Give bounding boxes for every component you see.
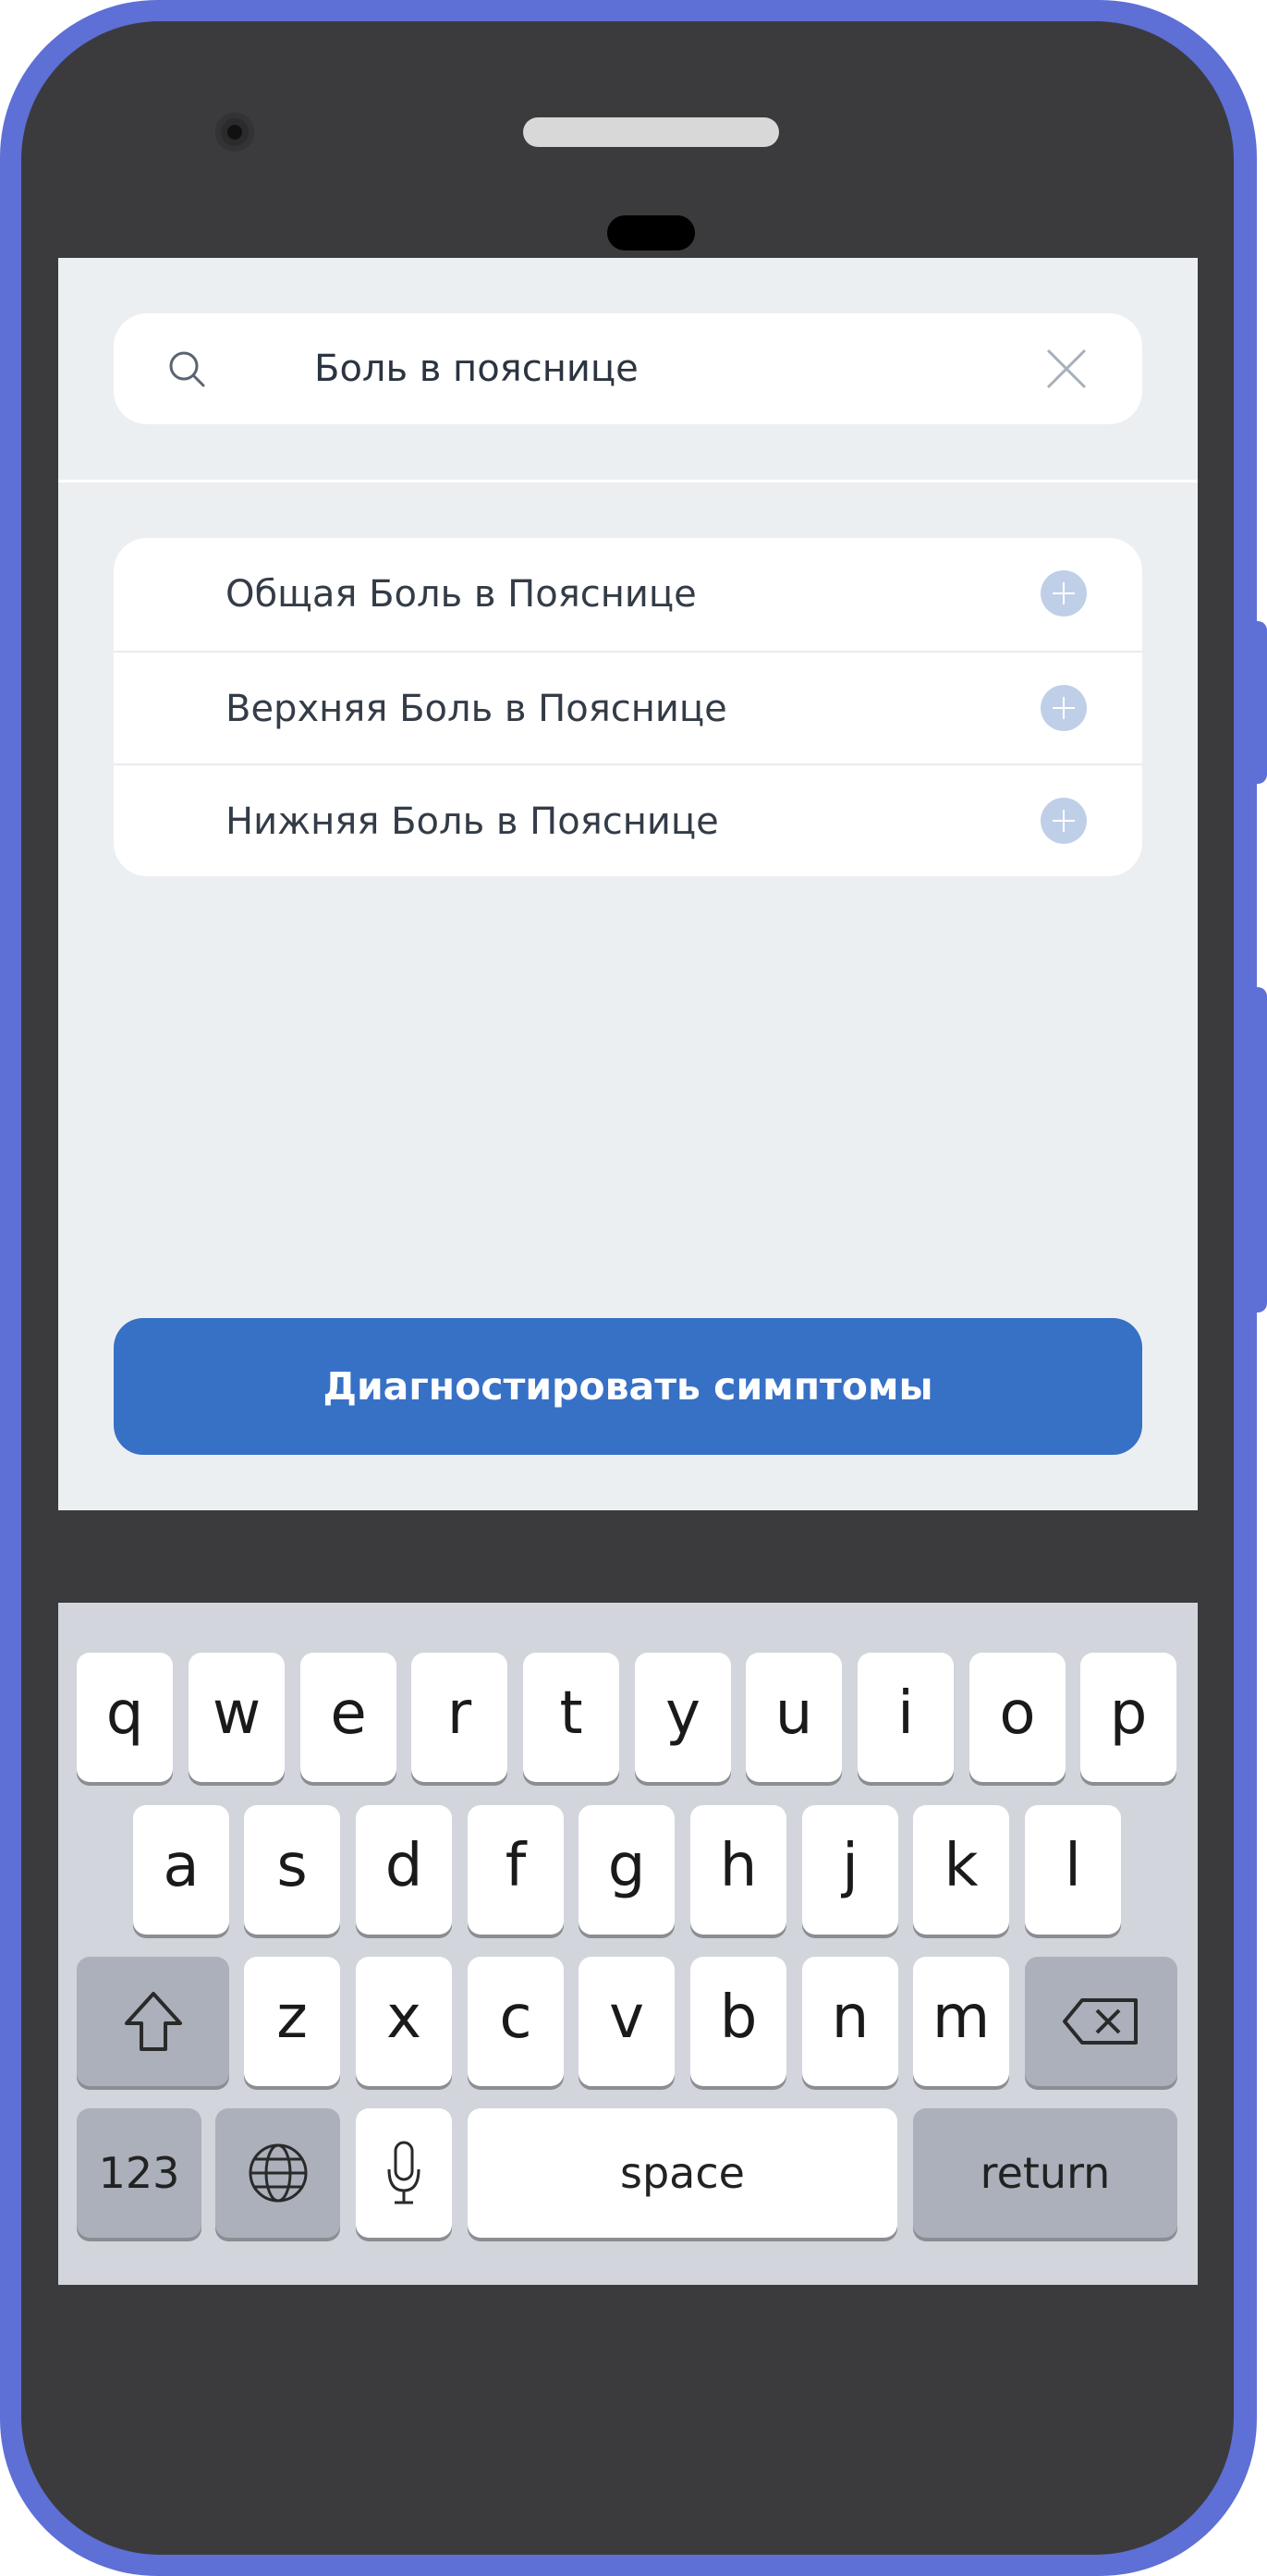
shift-icon — [125, 1992, 182, 2051]
close-icon[interactable] — [1045, 348, 1088, 390]
key-w[interactable]: w — [189, 1653, 285, 1782]
plus-circle-icon[interactable] — [1041, 798, 1087, 844]
list-item-label: Общая Боль в Пояснице — [225, 573, 697, 616]
microphone-icon — [387, 2141, 420, 2204]
shift-key[interactable] — [77, 1957, 229, 2086]
numbers-key[interactable]: 123 — [77, 2108, 201, 2238]
key-h[interactable]: h — [690, 1805, 786, 1935]
search-divider — [58, 480, 1198, 482]
key-q[interactable]: q — [77, 1653, 173, 1782]
proximity-sensor — [607, 215, 695, 250]
key-x[interactable]: x — [356, 1957, 452, 2086]
key-l[interactable]: l — [1025, 1805, 1121, 1935]
key-d[interactable]: d — [356, 1805, 452, 1935]
search-bar[interactable]: Боль в пояснице — [114, 313, 1142, 424]
plus-circle-icon[interactable] — [1041, 570, 1087, 617]
key-k[interactable]: k — [913, 1805, 1009, 1935]
list-item[interactable]: Общая Боль в Пояснице — [114, 538, 1142, 651]
search-input[interactable]: Боль в пояснице — [314, 313, 639, 424]
search-icon — [169, 351, 205, 387]
key-a[interactable]: a — [133, 1805, 229, 1935]
key-b[interactable]: b — [690, 1957, 786, 2086]
key-y[interactable]: y — [635, 1653, 731, 1782]
list-item-label: Нижняя Боль в Пояснице — [225, 800, 719, 843]
front-camera — [215, 113, 254, 152]
key-v[interactable]: v — [579, 1957, 675, 2086]
dictation-key[interactable] — [356, 2108, 452, 2238]
key-i[interactable]: i — [858, 1653, 954, 1782]
on-screen-keyboard: q w e r t y u i o p a s d f g h j k l z … — [58, 1603, 1198, 2285]
key-c[interactable]: c — [468, 1957, 564, 2086]
key-z[interactable]: z — [244, 1957, 340, 2086]
space-key[interactable]: space — [468, 2108, 897, 2238]
return-key[interactable]: return — [913, 2108, 1177, 2238]
list-item-label: Верхняя Боль в Пояснице — [225, 688, 727, 730]
backspace-key[interactable] — [1025, 1957, 1177, 2086]
diagnose-symptoms-button[interactable]: Диагностировать симптомы — [114, 1318, 1142, 1455]
plus-circle-icon[interactable] — [1041, 685, 1087, 731]
key-o[interactable]: o — [969, 1653, 1066, 1782]
results-list: Общая Боль в Пояснице Верхняя Боль в Поя… — [114, 538, 1142, 876]
volume-button — [1249, 621, 1267, 784]
key-u[interactable]: u — [746, 1653, 842, 1782]
key-r[interactable]: r — [411, 1653, 507, 1782]
globe-icon — [249, 2143, 308, 2203]
key-j[interactable]: j — [802, 1805, 898, 1935]
key-g[interactable]: g — [579, 1805, 675, 1935]
key-n[interactable]: n — [802, 1957, 898, 2086]
app-screen: Боль в пояснице Общая Боль в Пояснице Ве… — [58, 258, 1198, 1510]
key-e[interactable]: e — [300, 1653, 396, 1782]
key-m[interactable]: m — [913, 1957, 1009, 2086]
key-p[interactable]: p — [1080, 1653, 1176, 1782]
earpiece-speaker — [523, 117, 779, 147]
key-s[interactable]: s — [244, 1805, 340, 1935]
list-item[interactable]: Верхняя Боль в Пояснице — [114, 651, 1142, 765]
globe-key[interactable] — [215, 2108, 340, 2238]
list-item[interactable]: Нижняя Боль в Пояснице — [114, 763, 1142, 876]
key-f[interactable]: f — [468, 1805, 564, 1935]
power-button — [1249, 987, 1267, 1312]
key-t[interactable]: t — [523, 1653, 619, 1782]
backspace-icon — [1063, 1998, 1138, 2045]
